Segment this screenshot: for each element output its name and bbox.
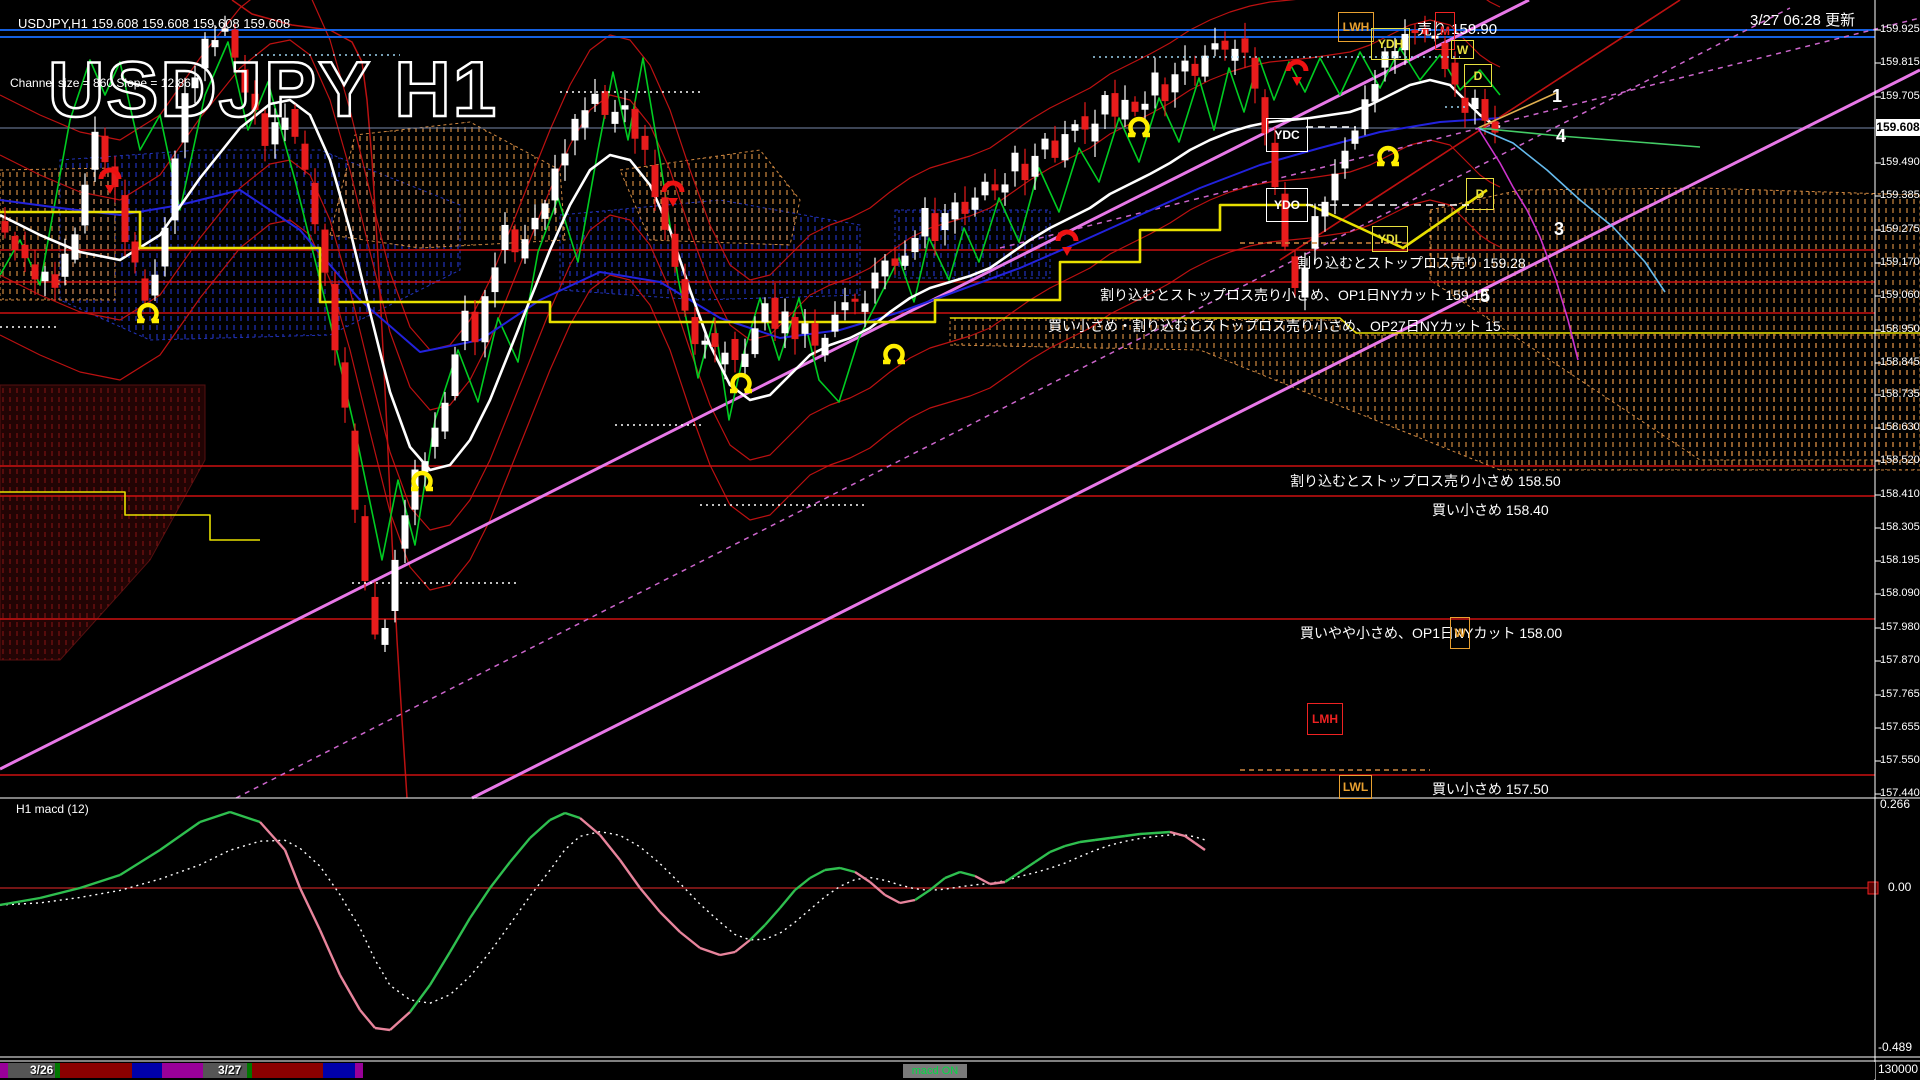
trade-annotation: 買いやや小さめ、OP1日NYカット 158.00 [1300,623,1562,643]
wave-marker-4: 4 [1556,126,1566,147]
current-price-box: 159.608 [1876,119,1920,136]
trade-annotation: 売り 159.90 [1417,18,1497,39]
price-axis-label: 159.060 [1880,289,1920,301]
trade-annotation: 買い小さめ・割り込むとストップロス売り小さめ、OP27日NYカット 15 [1048,316,1501,336]
trade-annotation: 買い小さめ 157.50 [1432,779,1549,799]
wave-marker-1: 1 [1552,86,1562,107]
price-axis-label: 158.195 [1880,554,1920,566]
price-axis-label: 158.520 [1880,454,1920,466]
level-box-d: D [1464,64,1492,87]
price-axis-label: 158.305 [1880,521,1920,533]
price-axis-label: 158.630 [1880,421,1920,433]
level-box-lwh: LWH [1338,12,1374,42]
price-axis-label: 159.275 [1880,223,1920,235]
timeline-segment [323,1063,355,1078]
price-axis-label: 159.170 [1880,256,1920,268]
level-box-lwl: LWL [1339,775,1372,799]
trade-annotation: 割り込むとストップロス売り小さめ、OP1日NYカット 159.10 [1100,285,1488,305]
ichimoku-clouds [0,122,1920,660]
chart-window[interactable]: USDJPY,H1 159.608 159.608 159.608 159.60… [0,0,1920,1080]
macd-on-button[interactable]: macd ON [903,1064,967,1078]
timeline-date: 3/26 [30,1063,53,1077]
yellow-omega-icon [1128,119,1150,135]
trade-annotation: 割り込むとストップロス売り小さめ 158.50 [1290,471,1561,491]
trade-annotation: 買い小さめ 158.40 [1432,500,1549,520]
macd-axis-zero: 0.00 [1888,880,1911,894]
macd-panel [0,812,1878,1030]
price-axis-label: 158.735 [1880,388,1920,400]
price-axis-label: 159.490 [1880,156,1920,168]
watermark: USDJPY H1 [48,44,498,135]
volume-scale-label: 130000 [1878,1062,1918,1076]
timeline-segment [252,1063,323,1078]
chart-canvas[interactable] [0,0,1920,1080]
level-box-lmh: LMH [1307,703,1343,735]
timeline-segment [55,1063,60,1078]
price-axis-label: 157.550 [1880,754,1920,766]
price-axis-label: 159.385 [1880,189,1920,201]
level-box-w: W [1451,40,1474,59]
level-box-d: D [1466,178,1494,210]
price-axis-label: 159.705 [1880,90,1920,102]
timeline-segment [355,1063,363,1078]
trade-annotation: 割り込むとストップロス売り 159.28 [1297,253,1526,273]
yellow-omega-icon [730,375,752,391]
updated-timestamp: 3/27 06:28 更新 [1750,9,1855,30]
price-axis-label: 158.845 [1880,356,1920,368]
price-axis-label: 157.765 [1880,688,1920,700]
timeline-segment [247,1063,252,1078]
timeline-segment [60,1063,132,1078]
price-axis-label: 159.815 [1880,56,1920,68]
timeline-segment [363,1063,1875,1078]
macd-axis-max: 0.266 [1880,797,1910,811]
level-box-w: W [1450,617,1470,649]
price-axis-label: 159.925 [1880,23,1920,35]
yellow-omega-icon [883,346,905,362]
timeline-segment [162,1063,203,1078]
price-axis-label: 157.655 [1880,721,1920,733]
macd-indicator-label: H1 macd (12) [16,802,89,816]
red-down-arrow-icon [1288,62,1306,86]
price-axis-label: 158.090 [1880,587,1920,599]
level-box-ydc: YDC [1266,118,1308,152]
wave-marker-5: 5 [1480,286,1490,307]
timeline-date: 3/27 [218,1063,241,1077]
level-box-ydh: YDH [1371,28,1410,60]
timeline-segment [0,1063,8,1078]
price-axis-label: 157.440 [1880,787,1920,799]
level-box-ydo: YDO [1266,188,1308,222]
price-axis-label: 158.950 [1880,323,1920,335]
timeline-segment [132,1063,162,1078]
yellow-omega-icon [411,473,433,489]
macd-axis-min: -0.489 [1878,1040,1912,1054]
price-axis-label: 157.870 [1880,654,1920,666]
price-axis-label: 157.980 [1880,621,1920,633]
level-box-ydl: YDL [1372,226,1408,252]
wave-marker-3: 3 [1554,219,1564,240]
title-bar: USDJPY,H1 159.608 159.608 159.608 159.60… [18,16,290,31]
price-axis-label: 158.410 [1880,488,1920,500]
